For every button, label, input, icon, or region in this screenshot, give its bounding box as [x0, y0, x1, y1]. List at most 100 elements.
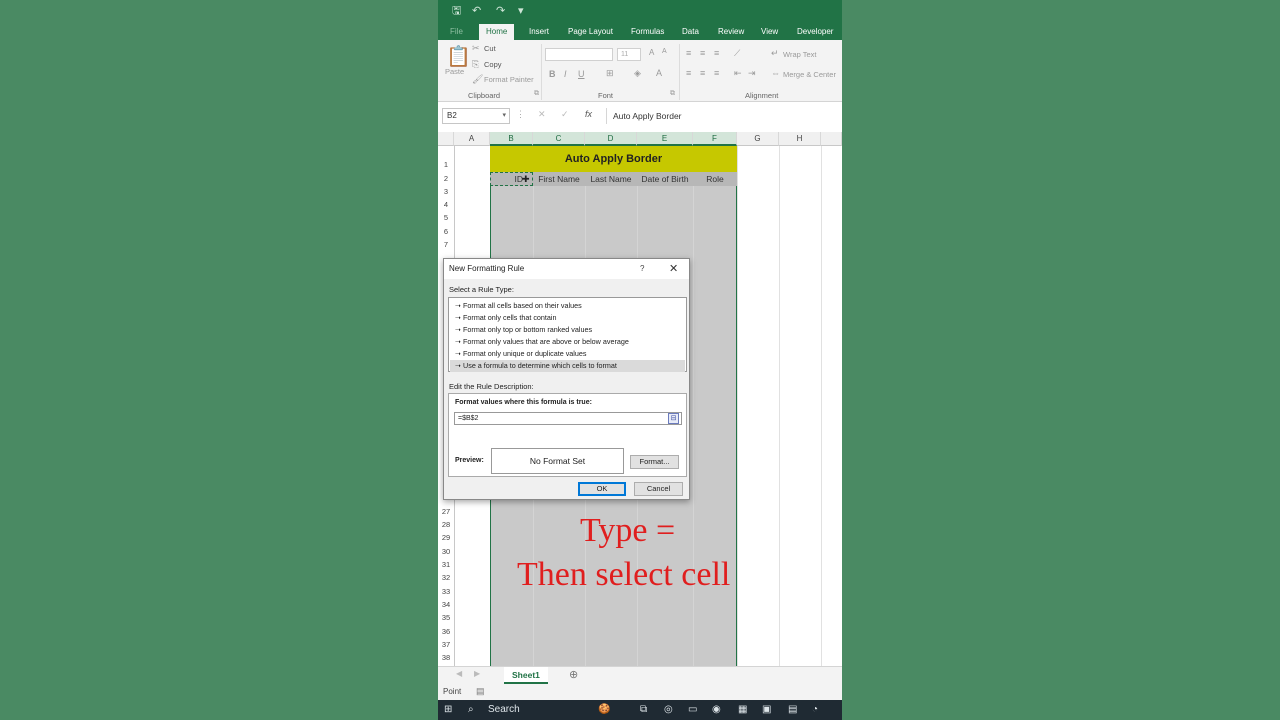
font-launcher-icon[interactable]: ⧉	[670, 90, 675, 98]
align-middle-icon[interactable]: ≡	[700, 48, 705, 58]
redo-icon[interactable]: ↷	[496, 3, 505, 19]
cancel-button[interactable]: Cancel	[634, 482, 683, 496]
copy-button[interactable]: Copy	[484, 60, 502, 69]
format-painter-icon[interactable]: 🖌	[472, 74, 483, 85]
column-header[interactable]: D	[585, 132, 637, 146]
paste-icon[interactable]: 📋	[446, 44, 471, 69]
close-icon[interactable]: ✕	[669, 259, 678, 279]
italic-button[interactable]: I	[564, 69, 567, 79]
title-cell[interactable]: Auto Apply Border	[490, 146, 737, 172]
collapse-dialog-icon[interactable]: ⊟	[668, 413, 679, 424]
underline-button[interactable]: U	[578, 69, 585, 79]
accessibility-icon[interactable]: ▤	[476, 686, 485, 697]
row-header[interactable]: 5	[438, 213, 454, 222]
header-cell-role[interactable]: Role	[693, 172, 737, 186]
scroll-right-icon[interactable]: ▶	[474, 669, 480, 678]
orientation-icon[interactable]: ⟋	[734, 48, 740, 59]
tab-file[interactable]: File	[450, 24, 463, 40]
customize-qat-icon[interactable]: ▾	[518, 3, 524, 19]
row-header[interactable]: 30	[438, 547, 454, 556]
row-header[interactable]: 36	[438, 627, 454, 636]
row-header[interactable]: 38	[438, 653, 454, 662]
widgets-icon[interactable]: 🍪	[598, 703, 610, 717]
column-header[interactable]: B	[490, 132, 533, 146]
row-header[interactable]: 7	[438, 240, 454, 249]
row-header[interactable]: 4	[438, 200, 454, 209]
header-cell-last-name[interactable]: Last Name	[585, 172, 637, 186]
task-view-icon[interactable]: ⧉	[640, 703, 647, 717]
add-sheet-icon[interactable]: ⊕	[569, 668, 578, 681]
font-name-select[interactable]	[545, 48, 613, 61]
column-header[interactable]: A	[454, 132, 490, 146]
grow-font-icon[interactable]: A	[649, 48, 654, 57]
sheet-tab-sheet1[interactable]: Sheet1	[504, 667, 548, 684]
tab-home[interactable]: Home	[479, 24, 515, 40]
row-header[interactable]: 34	[438, 600, 454, 609]
borders-icon[interactable]: ⊞	[606, 68, 614, 79]
merge-center-button[interactable]: Merge & Center	[783, 70, 836, 79]
whatsapp-icon[interactable]: ◔	[812, 703, 818, 717]
row-header[interactable]: 32	[438, 573, 454, 582]
rule-type-item-selected[interactable]: ➝ Use a formula to determine which cells…	[450, 360, 685, 372]
column-header[interactable]: C	[533, 132, 585, 146]
undo-icon[interactable]: ↶	[472, 3, 481, 19]
clipboard-launcher-icon[interactable]: ⧉	[534, 90, 539, 98]
tab-formulas[interactable]: Formulas	[631, 24, 664, 40]
row-header[interactable]: 3	[438, 187, 454, 196]
rule-type-item[interactable]: ➝ Format only top or bottom ranked value…	[450, 324, 685, 336]
row-header[interactable]: 6	[438, 227, 454, 236]
calculator-icon[interactable]: ▤	[788, 703, 797, 717]
cut-button[interactable]: Cut	[484, 44, 496, 53]
rule-type-item[interactable]: ➝ Format only unique or duplicate values	[450, 348, 685, 360]
file-explorer-icon[interactable]: ▭	[688, 703, 697, 717]
firefox-icon[interactable]: ◉	[712, 703, 721, 717]
tab-data[interactable]: Data	[682, 24, 699, 40]
align-bottom-icon[interactable]: ≡	[714, 48, 719, 58]
align-top-icon[interactable]: ≡	[686, 48, 691, 58]
row-header[interactable]: 1	[438, 160, 454, 169]
help-button[interactable]: ?	[640, 259, 644, 279]
windows-start-icon[interactable]: ⊞	[444, 703, 452, 717]
format-painter-button[interactable]: Format Painter	[484, 75, 534, 84]
store-icon[interactable]: ▣	[762, 703, 771, 717]
font-color-icon[interactable]: A	[656, 68, 662, 78]
tab-insert[interactable]: Insert	[529, 24, 549, 40]
tab-page-layout[interactable]: Page Layout	[568, 24, 613, 40]
wrap-text-icon[interactable]: ↵	[771, 48, 779, 59]
save-icon[interactable]: 🖫	[452, 3, 461, 19]
format-button[interactable]: Format...	[630, 455, 679, 469]
align-left-icon[interactable]: ≡	[686, 68, 691, 78]
insert-function-icon[interactable]: fx	[585, 109, 592, 119]
tab-review[interactable]: Review	[718, 24, 744, 40]
fill-color-icon[interactable]: ◈	[634, 68, 641, 79]
taskbar-search[interactable]: Search	[488, 703, 520, 717]
chevron-down-icon[interactable]: ▾	[502, 109, 506, 123]
scroll-left-icon[interactable]: ◀	[456, 669, 462, 678]
increase-indent-icon[interactable]: ⇥	[748, 68, 756, 79]
column-header[interactable]: E	[637, 132, 693, 146]
app-icon[interactable]: ▦	[738, 703, 747, 717]
row-header[interactable]: 37	[438, 640, 454, 649]
wrap-text-button[interactable]: Wrap Text	[783, 50, 817, 59]
cancel-entry-icon[interactable]: ✕	[538, 109, 546, 120]
align-center-icon[interactable]: ≡	[700, 68, 705, 78]
search-icon[interactable]: ⌕	[468, 703, 474, 717]
merge-center-icon[interactable]: ⇔	[771, 68, 780, 78]
copy-icon[interactable]: ⎘	[472, 59, 479, 70]
row-header[interactable]: 27	[438, 507, 454, 516]
cut-icon[interactable]: ✂	[472, 43, 480, 54]
tab-developer[interactable]: Developer	[797, 24, 833, 40]
select-all-corner[interactable]	[438, 132, 454, 146]
ok-button[interactable]: OK	[578, 482, 626, 496]
row-header[interactable]: 35	[438, 613, 454, 622]
row-header[interactable]: 31	[438, 560, 454, 569]
decrease-indent-icon[interactable]: ⇤	[734, 68, 742, 79]
formula-field[interactable]: =$B$2 ⊟	[454, 412, 682, 425]
paste-button[interactable]: Paste	[445, 67, 464, 76]
row-header[interactable]: 29	[438, 533, 454, 542]
row-header[interactable]: 2	[438, 174, 454, 183]
header-cell-date-of-birth[interactable]: Date of Birth	[637, 172, 693, 186]
copilot-icon[interactable]: ◎	[664, 703, 673, 717]
row-header[interactable]: 28	[438, 520, 454, 529]
bold-button[interactable]: B	[549, 69, 556, 79]
